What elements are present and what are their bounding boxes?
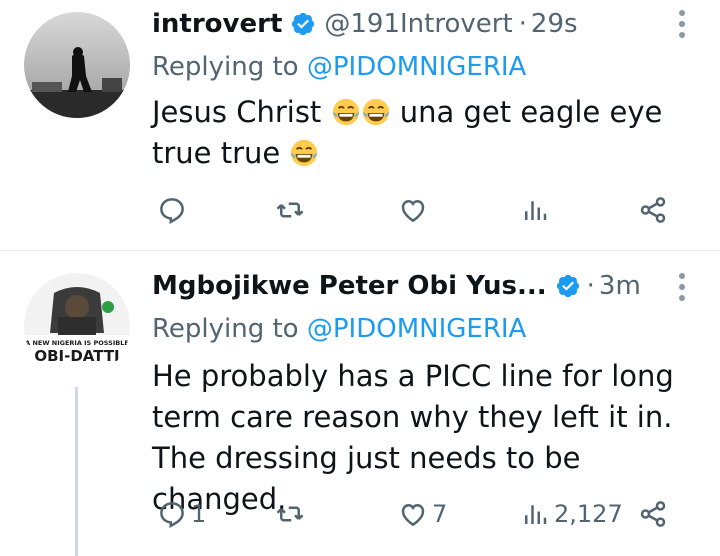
reply-button[interactable]: 1 <box>157 494 206 534</box>
separator-dot: · <box>586 271 595 301</box>
retweet-button[interactable] <box>275 190 309 230</box>
replying-handle-link[interactable]: @PIDOMNIGERIA <box>307 314 526 344</box>
share-button[interactable] <box>638 190 668 230</box>
share-button[interactable] <box>638 494 668 534</box>
replying-to: Replying to @PIDOMNIGERIA <box>152 52 526 82</box>
more-icon[interactable] <box>678 10 686 38</box>
retweet-button[interactable] <box>275 494 309 534</box>
views-button[interactable] <box>520 190 554 230</box>
avatar-image <box>24 12 130 118</box>
views-icon <box>525 201 547 220</box>
avatar[interactable]: A NEW NIGERIA IS POSSIBLE OBI-DATTI <box>24 273 130 379</box>
tweet-text: Jesus Christ una get eagle eye true true <box>152 92 712 174</box>
more-icon[interactable] <box>678 273 686 301</box>
avatar-title: OBI-DATTI <box>34 347 119 365</box>
replying-to: Replying to @PIDOMNIGERIA <box>152 314 526 344</box>
replying-prefix: Replying to <box>152 52 299 82</box>
views-count: 2,127 <box>554 500 623 528</box>
user-handle[interactable]: @191Introvert <box>324 9 512 39</box>
like-icon <box>401 503 425 527</box>
reply-icon <box>160 198 184 225</box>
tweet-text-part: true true <box>152 136 281 170</box>
views-button[interactable]: 2,127 <box>520 494 623 534</box>
retweet-icon <box>276 506 304 522</box>
laughing-emoji-icon <box>362 98 389 126</box>
reply-count: 1 <box>191 500 207 528</box>
views-icon <box>525 505 547 524</box>
like-button[interactable] <box>398 190 432 230</box>
tweet-header: introvert @191Introvert · 29s <box>152 6 578 42</box>
replying-handle-link[interactable]: @PIDOMNIGERIA <box>307 52 526 82</box>
share-icon <box>640 501 666 527</box>
tweet-text-part: una get eagle eye <box>399 95 663 129</box>
like-button[interactable]: 7 <box>398 494 447 534</box>
display-name[interactable]: Mgbojikwe Peter Obi Yus... <box>152 271 547 301</box>
reply-icon <box>160 502 184 529</box>
like-count: 7 <box>432 500 448 528</box>
replying-prefix: Replying to <box>152 314 299 344</box>
tweet-actions: 1 7 2,127 <box>0 494 720 534</box>
tweet-text-part: Jesus Christ <box>152 95 322 129</box>
avatar-image: A NEW NIGERIA IS POSSIBLE OBI-DATTI <box>24 273 130 379</box>
timestamp[interactable]: 3m <box>599 271 641 301</box>
reply-button[interactable] <box>157 190 191 230</box>
separator-dot: · <box>518 9 527 39</box>
tweet-1[interactable]: introvert @191Introvert · 29s Replying t… <box>0 0 720 250</box>
like-icon <box>401 199 425 223</box>
avatar-caption: A NEW NIGERIA IS POSSIBLE <box>25 339 129 347</box>
verified-badge-icon <box>555 273 581 299</box>
verified-badge-icon <box>290 11 316 37</box>
share-icon <box>640 197 666 223</box>
timestamp[interactable]: 29s <box>531 9 578 39</box>
avatar[interactable] <box>24 12 130 118</box>
tweet-2[interactable]: A NEW NIGERIA IS POSSIBLE OBI-DATTI Mgbo… <box>0 251 720 556</box>
retweet-icon <box>276 202 304 218</box>
tweet-header: Mgbojikwe Peter Obi Yus... · 3m <box>152 268 641 304</box>
display-name[interactable]: introvert <box>152 9 282 39</box>
laughing-emoji-icon <box>291 139 318 167</box>
laughing-emoji-icon <box>332 98 359 126</box>
tweet-actions <box>0 190 720 230</box>
